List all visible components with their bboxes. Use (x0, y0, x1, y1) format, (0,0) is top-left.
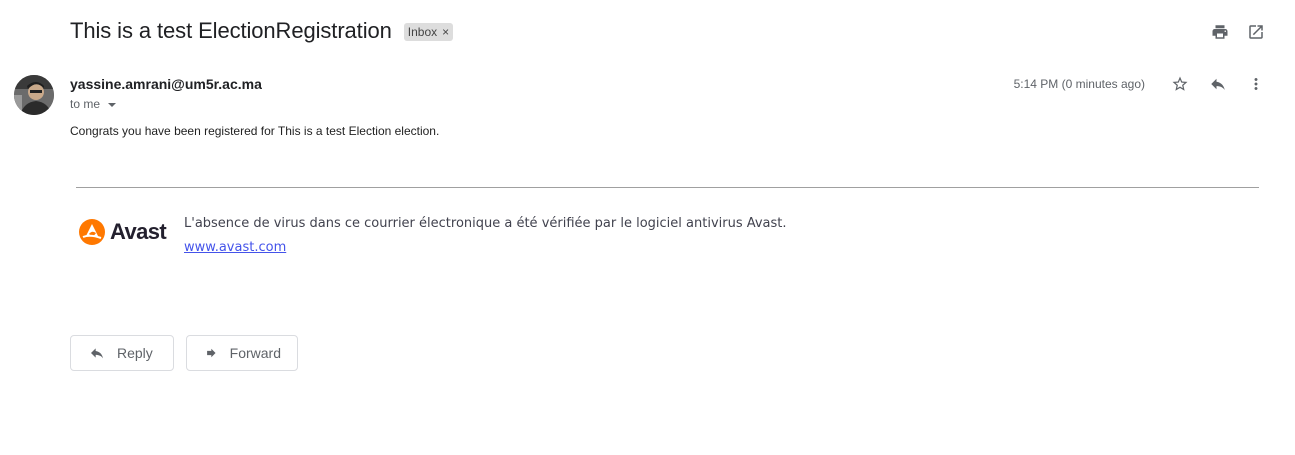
email-view: This is a test ElectionRegistration Inbo… (0, 0, 1295, 455)
message-actions (1171, 75, 1265, 93)
open-in-new-window-icon[interactable] (1247, 23, 1265, 41)
remove-label-icon[interactable]: × (442, 25, 449, 39)
forward-icon (207, 348, 216, 358)
label-text: Inbox (407, 25, 438, 39)
signature-divider (76, 187, 1259, 188)
reply-button[interactable]: Reply (70, 335, 174, 371)
reply-button-label: Reply (117, 345, 153, 361)
sender-address[interactable]: yassine.amrani@um5r.ac.ma (70, 76, 262, 92)
forward-button-label: Forward (229, 345, 281, 361)
subject-row: This is a test ElectionRegistration Inbo… (70, 18, 454, 44)
reply-icon[interactable] (1209, 75, 1227, 93)
avast-wordmark: Avast (110, 219, 167, 244)
print-icon[interactable] (1211, 23, 1229, 41)
avast-logo: Avast (78, 218, 167, 246)
star-icon[interactable] (1171, 75, 1189, 93)
antivirus-notice: L'absence de virus dans ce courrier élec… (184, 216, 787, 231)
email-body: Congrats you have been registered for Th… (70, 124, 440, 138)
avast-link[interactable]: www.avast.com (184, 240, 286, 255)
thread-actions (1211, 23, 1265, 41)
inbox-label-chip[interactable]: Inbox × (403, 23, 454, 41)
avast-logo-icon (79, 219, 105, 245)
reply-icon (91, 348, 103, 359)
recipient-line: to me (70, 97, 117, 111)
more-vertical-icon[interactable] (1247, 75, 1265, 93)
recipient-text: to me (70, 97, 101, 111)
email-timestamp: 5:14 PM (0 minutes ago) (1013, 77, 1145, 91)
show-details-chevron-down-icon[interactable] (108, 102, 117, 107)
email-subject: This is a test ElectionRegistration (70, 18, 392, 43)
sender-avatar[interactable] (14, 75, 54, 115)
forward-button[interactable]: Forward (186, 335, 298, 371)
